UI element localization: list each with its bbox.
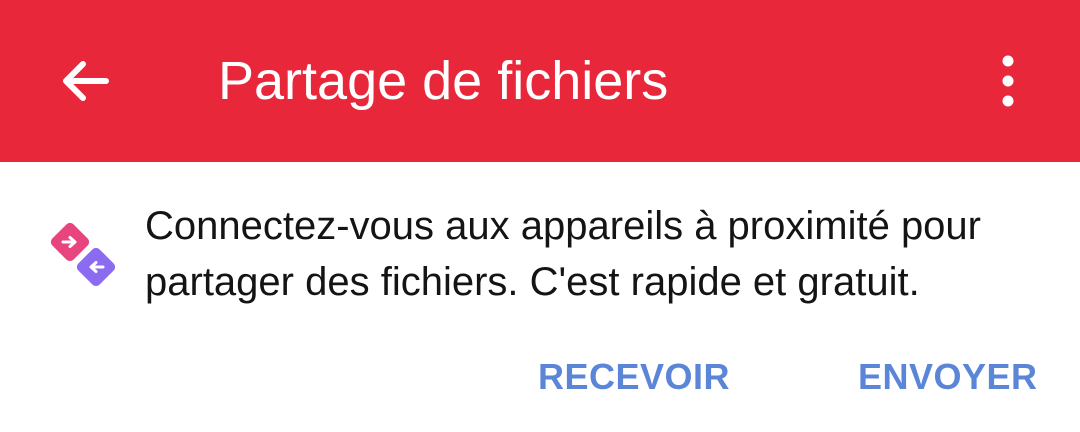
send-button[interactable]: ENVOYER bbox=[858, 352, 1038, 402]
more-options-button[interactable] bbox=[978, 50, 1038, 112]
receive-button[interactable]: RECEVOIR bbox=[538, 352, 730, 402]
back-button[interactable] bbox=[52, 48, 118, 114]
page-title: Partage de fichiers bbox=[218, 51, 669, 111]
more-vertical-icon bbox=[1002, 55, 1014, 107]
app-bar: Partage de fichiers bbox=[0, 0, 1080, 162]
arrow-left-icon bbox=[63, 61, 109, 101]
nearby-share-card: Connectez-vous aux appareils à proximité… bbox=[0, 162, 1080, 432]
nearby-share-message: Connectez-vous aux appareils à proximité… bbox=[145, 204, 981, 304]
nearby-share-icon bbox=[50, 222, 116, 287]
